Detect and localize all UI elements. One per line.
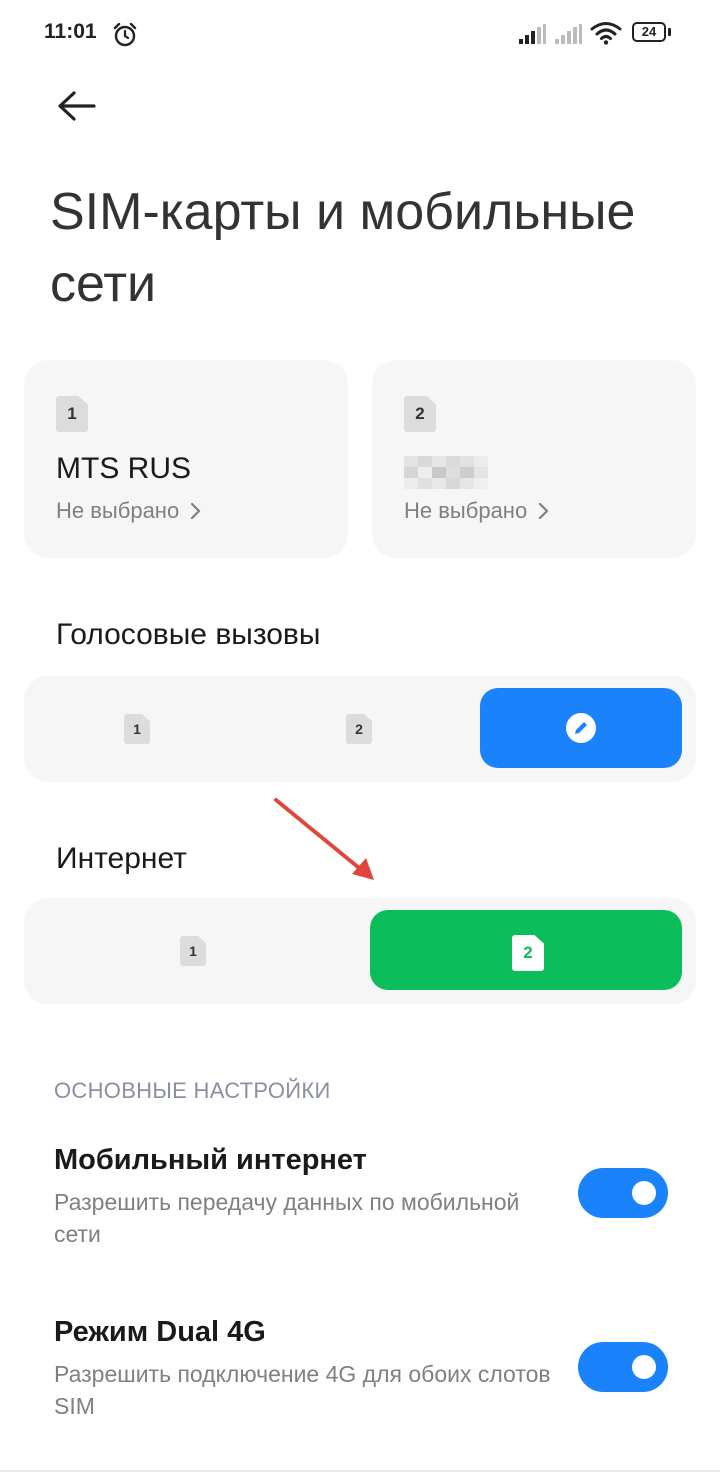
- signal-icon: [519, 24, 546, 44]
- chevron-right-icon: [539, 502, 549, 520]
- voice-option-sim-2[interactable]: 2: [346, 714, 372, 744]
- annotation-arrow-icon: [274, 798, 374, 880]
- sim-chip-icon: 2: [512, 935, 544, 971]
- dual-4g-toggle[interactable]: [578, 1342, 668, 1392]
- edit-pencil-icon: [566, 713, 596, 743]
- sim-carrier-name: MTS RUS: [56, 452, 191, 485]
- back-arrow-icon[interactable]: [52, 84, 100, 132]
- sim-status: Не выбрано: [56, 498, 203, 524]
- signal-icon: [555, 24, 582, 44]
- dual-4g-title: Режим Dual 4G: [54, 1316, 266, 1348]
- status-time: 11:01: [44, 20, 97, 43]
- chevron-right-icon: [191, 502, 201, 520]
- toggle-knob: [632, 1355, 656, 1379]
- sim-card-1[interactable]: 1 MTS RUS Не выбрано: [24, 360, 348, 558]
- voice-calls-label: Голосовые вызовы: [56, 618, 321, 651]
- internet-option-sim-2-selected[interactable]: 2: [370, 910, 682, 990]
- mobile-internet-description: Разрешить передачу данных по мобильной с…: [54, 1189, 520, 1247]
- sim-status: Не выбрано: [404, 498, 551, 524]
- sim-status-label: Не выбрано: [404, 498, 528, 523]
- mobile-internet-toggle[interactable]: [578, 1168, 668, 1218]
- voice-option-sim-1[interactable]: 1: [124, 714, 150, 744]
- bottom-divider: [0, 1470, 720, 1472]
- dual-4g-description: Разрешить подключение 4G для обоих слото…: [54, 1361, 551, 1419]
- mobile-internet-title: Мобильный интернет: [54, 1144, 367, 1176]
- sim-chip-icon: 1: [124, 714, 150, 744]
- internet-option-sim-1[interactable]: 1: [180, 936, 206, 966]
- sim-chip-icon: 1: [56, 396, 88, 432]
- voice-option-ask-selected[interactable]: [480, 688, 682, 768]
- sim-chip-icon: 2: [404, 396, 436, 432]
- sim-status-label: Не выбрано: [56, 498, 180, 523]
- toggle-knob: [632, 1181, 656, 1205]
- sim-carrier-name-blurred: [404, 456, 488, 490]
- sim-chip-icon: 1: [180, 936, 206, 966]
- sim-card-2[interactable]: 2 Не выбрано: [372, 360, 696, 558]
- battery-icon: 24: [632, 22, 672, 44]
- page-title: SIM-карты и мобильные сети: [50, 183, 636, 313]
- alarm-icon: [113, 22, 137, 47]
- internet-selector: 1 2: [24, 898, 696, 1004]
- sim-chip-icon: 2: [346, 714, 372, 744]
- wifi-icon: [590, 22, 622, 45]
- voice-calls-selector: 1 2: [24, 676, 696, 782]
- settings-section-header: ОСНОВНЫЕ НАСТРОЙКИ: [54, 1078, 331, 1103]
- battery-level: 24: [632, 22, 666, 42]
- internet-label: Интернет: [56, 842, 187, 875]
